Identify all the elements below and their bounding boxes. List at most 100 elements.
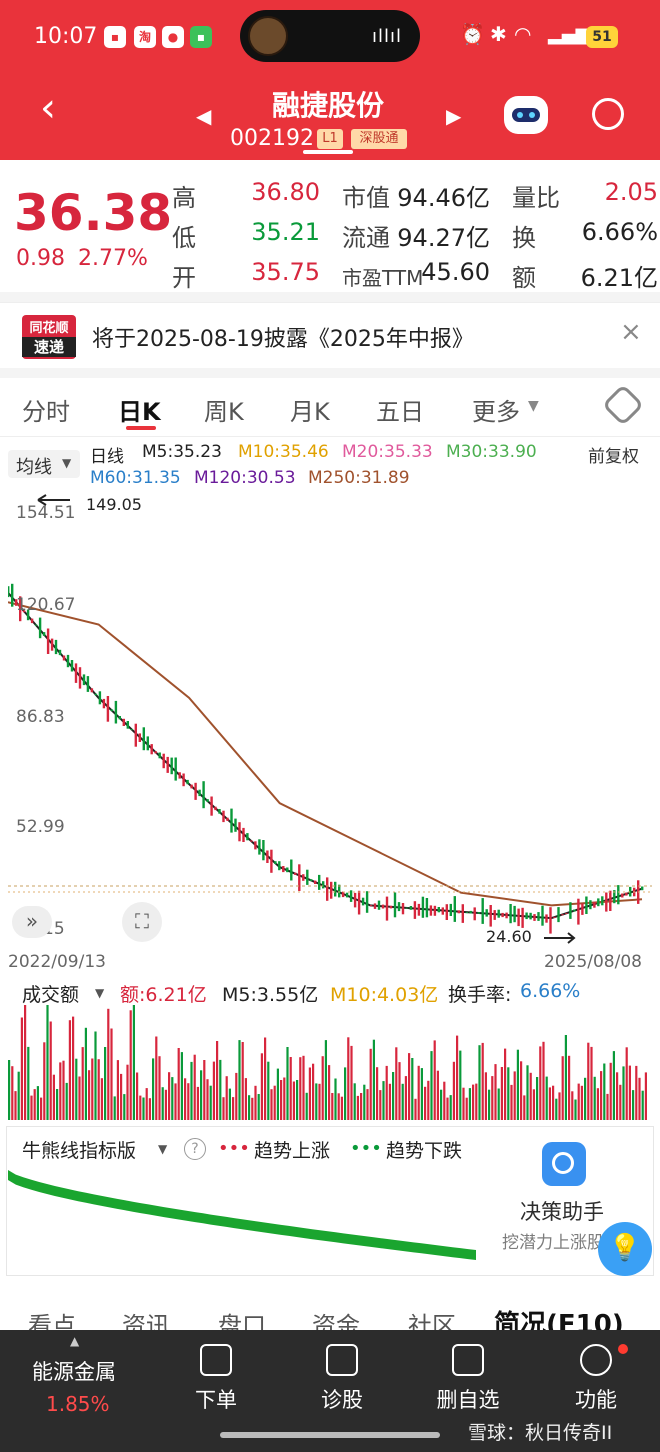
chevron-down-icon[interactable]: ▼ (95, 986, 104, 1000)
ticker-text[interactable]: 将于2025-08-19披露《2025年中报》 (92, 321, 474, 353)
fullscreen-icon[interactable]: ⛶ (122, 902, 162, 942)
nav-diagnose-label: 诊股 (321, 1388, 363, 1412)
candle (473, 907, 476, 921)
volume-bar (302, 1055, 305, 1120)
bull-bear-select[interactable]: 牛熊线指标版 (22, 1136, 136, 1163)
tab-weekly-k[interactable]: 周K (204, 392, 244, 427)
volume-bar (126, 1064, 129, 1120)
brand-bottom: 速递 (22, 337, 76, 357)
candle (417, 903, 421, 916)
indicator-select[interactable]: 均线 ▼ (8, 450, 80, 478)
volume-bar (628, 1065, 631, 1120)
chevron-down-icon[interactable]: ▼ (158, 1142, 167, 1156)
expand-icon[interactable]: » (12, 906, 52, 938)
candle (353, 892, 357, 908)
nav-functions[interactable]: 功能 (546, 1344, 646, 1414)
candle (377, 900, 381, 910)
y-tick: 120.67 (16, 595, 75, 615)
nav-diagnose[interactable]: 诊股 (292, 1344, 392, 1414)
candle (106, 696, 110, 722)
watermark: 雪球：秋日传奇II (468, 1422, 613, 1444)
volume-bar (161, 1087, 164, 1120)
volume-bar (225, 1076, 228, 1120)
candle (441, 907, 444, 915)
candle (270, 849, 273, 873)
volume-bar (545, 1076, 548, 1120)
volume-bar (164, 1089, 167, 1120)
candle (497, 909, 500, 918)
tab-monthly-k[interactable]: 月K (290, 392, 330, 427)
volume-bar (443, 1081, 446, 1120)
volume-bar (100, 1078, 103, 1120)
tab-more[interactable]: 更多 (472, 392, 520, 427)
volume-bar (152, 1058, 155, 1120)
candle (306, 869, 309, 885)
candle (322, 881, 325, 889)
sector-name[interactable]: 能源金属 (32, 1356, 116, 1386)
ma20-label: M20:35.33 (342, 442, 433, 462)
candle (114, 700, 118, 724)
volume-bar (587, 1042, 590, 1120)
volume-bar (337, 1093, 340, 1120)
volume-bar (539, 1046, 542, 1120)
stock-name: 融捷股份 (272, 89, 385, 122)
volume-bar (257, 1094, 260, 1120)
candle (286, 867, 289, 873)
volume-bar (340, 1096, 343, 1120)
volume-bar (491, 1076, 494, 1120)
kline-chart[interactable]: 154.51 120.67 86.83 52.99 19.15 149.05 2… (8, 494, 652, 946)
candle (617, 885, 620, 905)
volume-bar (30, 1095, 33, 1120)
candle (465, 912, 468, 914)
vol-ratio-label: 量比 (512, 184, 560, 212)
volume-bar (574, 1099, 577, 1120)
nav-order[interactable]: 下单 (166, 1344, 266, 1414)
robot-assistant-icon[interactable] (504, 96, 548, 134)
volume-bar (94, 1031, 97, 1120)
bull-bear-chart[interactable] (8, 1166, 476, 1274)
volume-bar (107, 1008, 110, 1120)
volume-bar (638, 1077, 641, 1120)
float-value: 94.27亿 (397, 224, 490, 252)
tab-daily-k[interactable]: 日K (118, 392, 161, 427)
volume-bar (334, 1078, 337, 1120)
close-icon[interactable]: × (620, 317, 642, 347)
candle (206, 799, 209, 802)
help-icon[interactable]: ? (184, 1138, 206, 1160)
volume-bar (385, 1065, 388, 1120)
tab-five-day[interactable]: 五日 (376, 392, 424, 427)
volume-bar (142, 1097, 145, 1120)
volume-bar (392, 1072, 395, 1120)
prev-stock-icon[interactable]: ◀ (196, 104, 211, 128)
tab-intraday[interactable]: 分时 (22, 392, 70, 427)
news-ticker[interactable]: 同花顺 速递 将于2025-08-19披露《2025年中报》 × (0, 302, 660, 368)
lightbulb-icon[interactable]: 💡 (598, 1222, 652, 1276)
low-marker: 24.60 (486, 927, 532, 946)
candle (409, 906, 413, 910)
volume-bar (180, 1052, 183, 1120)
volume-bar (494, 1064, 497, 1120)
adjust-mode[interactable]: 前复权 (588, 442, 639, 467)
volume-bar (328, 1065, 331, 1120)
volume-bar (596, 1088, 599, 1120)
search-icon[interactable] (592, 98, 624, 130)
volume-bar (113, 1096, 116, 1120)
volume-bar (344, 1067, 347, 1120)
candle (365, 891, 369, 913)
candle (250, 840, 253, 842)
volume-bar (452, 1061, 455, 1120)
volume-bar (238, 1040, 241, 1120)
volume-bar (193, 1054, 196, 1120)
back-icon[interactable]: ‹ (40, 88, 56, 128)
settings-icon[interactable] (601, 383, 645, 427)
decision-subtitle: 挖潜力上涨股 (502, 1233, 604, 1253)
volume-bar (635, 1065, 638, 1120)
low-label: 低 (172, 224, 196, 252)
nav-remove-watchlist[interactable]: 删自选 (418, 1344, 518, 1414)
volume-chart[interactable] (8, 1000, 652, 1120)
chevron-down-icon[interactable]: ▼ (528, 398, 539, 414)
ma250-label: M250:31.89 (308, 468, 410, 488)
next-stock-icon[interactable]: ▶ (446, 104, 461, 128)
chevron-up-icon[interactable]: ▲ (70, 1334, 79, 1348)
volume-bar (312, 1063, 315, 1120)
